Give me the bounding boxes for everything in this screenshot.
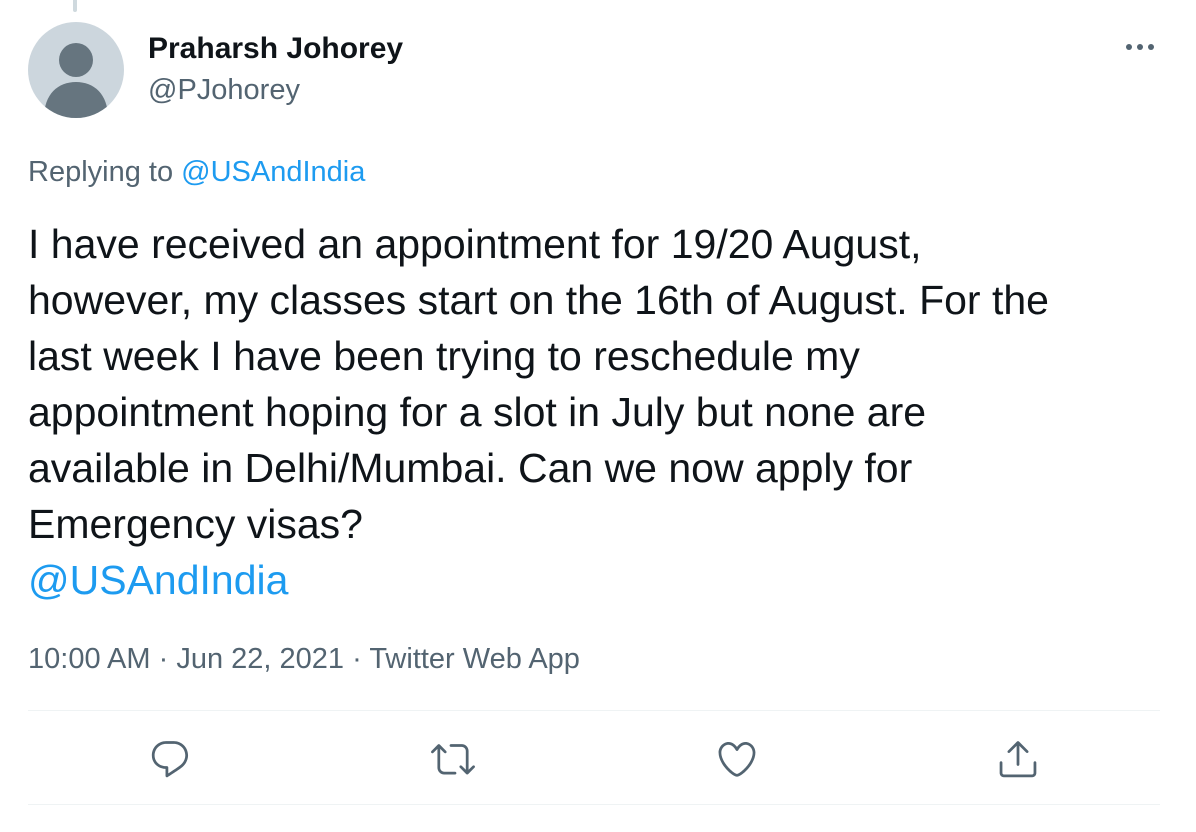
more-horizontal-icon [1126, 44, 1154, 50]
meta-separator: · [158, 643, 169, 675]
retweet-icon [431, 744, 475, 775]
tweet-text-line: available in Delhi/Mumbai. Can we now ap… [28, 445, 913, 491]
reply-button[interactable] [147, 736, 193, 782]
tweet-text-line: Emergency visas? [28, 501, 363, 547]
thread-connector-line [73, 0, 77, 12]
default-profile-icon [44, 43, 108, 118]
tweet-text-line: appointment hoping for a slot in July bu… [28, 389, 927, 435]
replying-to-label: Replying to [28, 156, 174, 188]
tweet-mention-link[interactable]: @USAndIndia [28, 552, 1158, 608]
tweet-text: I have received an appointment for 19/20… [28, 216, 1158, 608]
tweet-text-line: however, my classes start on the 16th of… [28, 277, 1049, 323]
avatar[interactable] [28, 22, 124, 118]
meta-separator: · [352, 643, 362, 675]
replying-to-mention-link[interactable]: @USAndIndia [181, 156, 365, 188]
divider-bottom [28, 804, 1160, 805]
tweet-time[interactable]: 10:00 AM [28, 643, 151, 675]
like-button[interactable] [714, 736, 760, 782]
retweet-button[interactable] [430, 736, 476, 782]
tweet-text-line: last week I have been trying to reschedu… [28, 333, 860, 379]
more-options-button[interactable] [1120, 32, 1160, 62]
tweet-text-line: I have received an appointment for 19/20… [28, 221, 922, 267]
author-handle[interactable]: @PJohorey [148, 72, 300, 108]
share-button[interactable] [995, 736, 1041, 782]
tweet-metadata: 10:00 AM · Jun 22, 2021 · Twitter Web Ap… [28, 640, 580, 678]
divider-top [28, 710, 1160, 711]
tweet-date[interactable]: Jun 22, 2021 [176, 643, 344, 675]
share-icon [999, 741, 1037, 778]
replying-to-context: Replying to @USAndIndia [28, 154, 365, 190]
author-display-name[interactable]: Praharsh Johorey [148, 30, 403, 68]
heart-icon [718, 741, 756, 777]
tweet-source[interactable]: Twitter Web App [369, 643, 580, 675]
reply-icon [151, 741, 189, 778]
